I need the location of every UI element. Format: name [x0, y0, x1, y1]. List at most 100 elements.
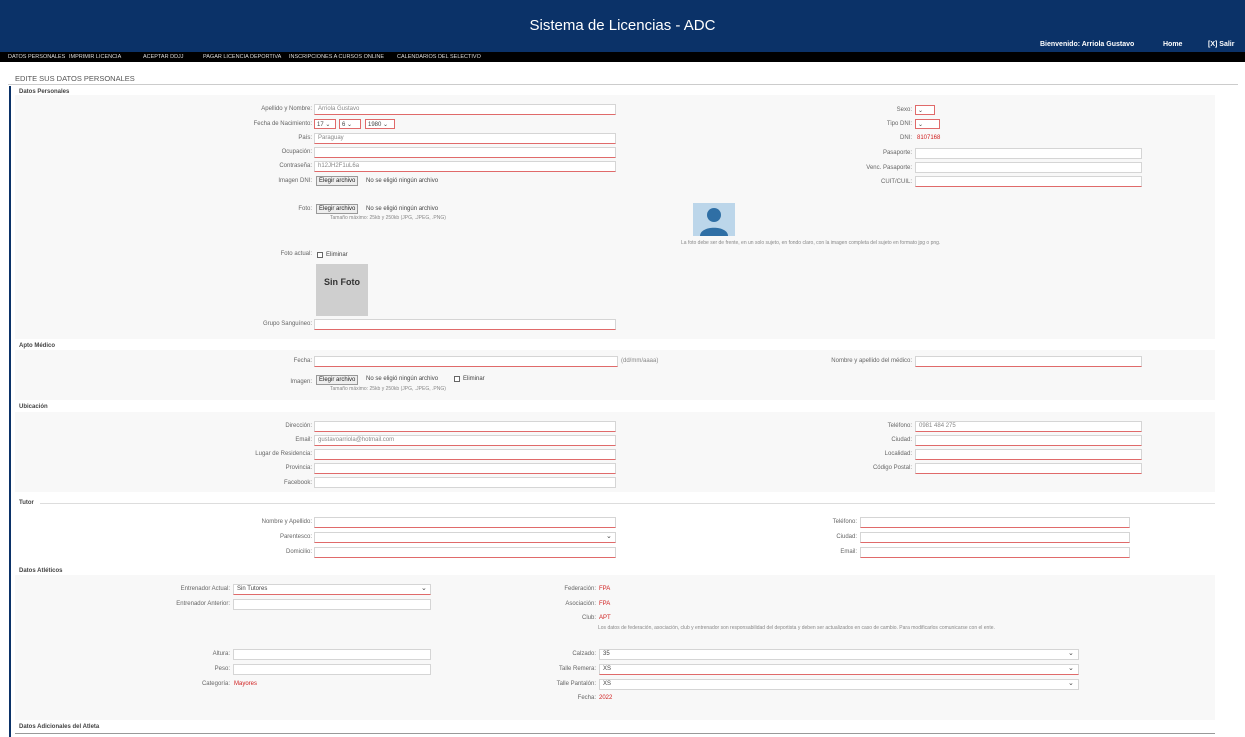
chevron-down-icon: ⌄ — [1068, 665, 1074, 672]
medical-date-input[interactable] — [314, 356, 618, 367]
coach-select[interactable]: Sin Tutores — [233, 584, 431, 595]
prev-coach-input[interactable] — [233, 599, 431, 610]
email-label: Email: — [295, 437, 312, 443]
lastname-input[interactable]: Arriola Gustavo — [314, 104, 616, 115]
address-input[interactable] — [314, 421, 616, 432]
athlete-panel — [15, 575, 1215, 720]
job-input[interactable] — [314, 147, 616, 158]
blood-type-input[interactable] — [314, 319, 616, 330]
app-header: Sistema de Licencias - ADC Bienvenido: A… — [0, 0, 1245, 52]
province-input[interactable] — [314, 463, 616, 474]
height-label: Altura: — [212, 651, 230, 657]
prev-coach-label: Entrenador Anterior: — [176, 601, 230, 607]
logout-link[interactable]: [X] Salir — [1208, 41, 1234, 48]
tutor-name-label: Nombre y Apellido: — [261, 519, 312, 525]
federation-value: FPA — [599, 586, 611, 592]
residence-input[interactable] — [314, 449, 616, 460]
tutor-city-label: Ciudad: — [836, 534, 857, 540]
email-input[interactable]: gustavoarriola@hotmail.com — [314, 435, 616, 446]
medical-file-button[interactable]: Elegir archivo — [316, 375, 359, 385]
passport-expiry-input[interactable] — [915, 162, 1142, 173]
pants-select[interactable]: XS — [599, 679, 1079, 690]
chevron-down-icon: ⌄ — [918, 108, 924, 114]
tutor-name-input[interactable] — [314, 517, 616, 528]
section-medical: Apto Médico — [19, 343, 55, 349]
dni-image-file-button[interactable]: Elegir archivo — [316, 176, 359, 186]
phone-input[interactable]: 0981 484 275 — [915, 421, 1142, 432]
medical-delete-label: Eliminar — [463, 376, 485, 382]
doc-type-select[interactable]: ⌄ — [915, 119, 940, 129]
menu-item-print-license[interactable]: IMPRIMIR LICENCIA — [69, 54, 121, 60]
section-location: Ubicación — [19, 404, 48, 410]
photo-file-button[interactable]: Elegir archivo — [316, 204, 359, 214]
kinship-select[interactable] — [314, 532, 616, 543]
tutor-city-input[interactable] — [860, 532, 1130, 543]
doc-type-label: Tipo DNI: — [886, 121, 912, 127]
tutor-phone-input[interactable] — [860, 517, 1130, 528]
city-input[interactable] — [915, 435, 1142, 446]
category-label: Categoría: — [201, 681, 230, 687]
locality-input[interactable] — [915, 449, 1142, 460]
menu-item-calendars[interactable]: CALENDARIOS DEL SELECTIVO — [397, 54, 481, 60]
doctor-input[interactable] — [915, 356, 1142, 367]
chevron-down-icon: ⌄ — [606, 533, 612, 540]
chevron-down-icon: ⌄ — [421, 585, 427, 592]
height-input[interactable] — [233, 649, 431, 660]
photo-label: Foto: — [298, 206, 312, 212]
medical-hint: Tamaño máximo: 25kb y 250kb (JPG, .JPEG,… — [330, 386, 446, 392]
avatar-example-icon — [693, 203, 735, 236]
current-photo-label: Foto actual: — [280, 251, 312, 257]
birth-year-select[interactable]: 1980 ⌄ — [365, 119, 395, 129]
avatar-caption: La foto debe ser de frente, en un solo s… — [681, 240, 941, 246]
menu-item-personal-data[interactable]: DATOS PERSONALES — [8, 54, 65, 60]
birth-day-value: 17 — [317, 122, 324, 128]
lastname-label: Apellido y Nombre: — [261, 106, 312, 112]
birth-month-value: 6 — [342, 122, 346, 128]
shirt-select[interactable]: XS — [599, 664, 1079, 675]
left-accent-bar — [9, 86, 11, 737]
dni-value: 8107168 — [917, 135, 941, 141]
country-input[interactable]: Paraguay — [314, 133, 616, 144]
club-value: APT — [599, 615, 611, 621]
year-value: 2022 — [599, 695, 613, 701]
passport-input[interactable] — [915, 148, 1142, 159]
birth-month-select[interactable]: 6 ⌄ — [339, 119, 361, 129]
facebook-input[interactable] — [314, 477, 616, 488]
tutor-phone-label: Teléfono: — [832, 519, 857, 525]
federation-label: Federación: — [564, 586, 596, 592]
delete-photo-checkbox[interactable] — [317, 252, 323, 258]
birth-day-select[interactable]: 17 ⌄ — [314, 119, 336, 129]
tutor-address-input[interactable] — [314, 547, 616, 558]
welcome-text: Bienvenido: Arriola Gustavo — [1040, 41, 1135, 48]
residence-label: Lugar de Residencia: — [255, 451, 312, 457]
section-athlete: Datos Atléticos — [19, 568, 63, 574]
dni-image-file-status: No se eligió ningún archivo — [366, 178, 439, 184]
medical-date-label: Fecha: — [293, 358, 312, 364]
personal-panel — [15, 95, 1215, 339]
footwear-select[interactable]: 35 — [599, 649, 1079, 660]
menu-item-online-courses[interactable]: INSCRIPCIONES A CURSOS ONLINE — [289, 54, 384, 60]
password-input[interactable]: h12JH2F1uL6a — [314, 161, 616, 172]
no-photo-placeholder: Sin Foto — [316, 264, 368, 316]
club-label: Club: — [581, 615, 596, 621]
weight-input[interactable] — [233, 664, 431, 675]
postal-input[interactable] — [915, 463, 1142, 474]
address-label: Dirección: — [285, 423, 312, 429]
section-additional: Datos Adicionales del Atleta — [19, 724, 100, 730]
menu-item-pay-license[interactable]: PAGAR LICENCIA DEPORTIVA — [203, 54, 281, 60]
chevron-down-icon: ⌄ — [1068, 680, 1074, 687]
tutor-address-label: Domicilio: — [285, 549, 312, 555]
year-label: Fecha: — [577, 695, 596, 701]
menu-item-accept-ddjj[interactable]: ACEPTAR DDJJ — [143, 54, 184, 60]
shirt-label: Talle Remera: — [558, 666, 596, 672]
photo-file-status: No se eligió ningún archivo — [366, 206, 439, 212]
tutor-divider — [40, 503, 1215, 504]
job-label: Ocupación: — [281, 149, 312, 155]
birth-year-value: 1980 — [368, 122, 382, 128]
cuit-input[interactable] — [915, 176, 1142, 187]
medical-delete-checkbox[interactable] — [454, 376, 460, 382]
city-label: Ciudad: — [891, 437, 912, 443]
home-link[interactable]: Home — [1163, 41, 1182, 48]
sex-select[interactable]: ⌄ — [915, 105, 935, 115]
tutor-email-input[interactable] — [860, 547, 1130, 558]
